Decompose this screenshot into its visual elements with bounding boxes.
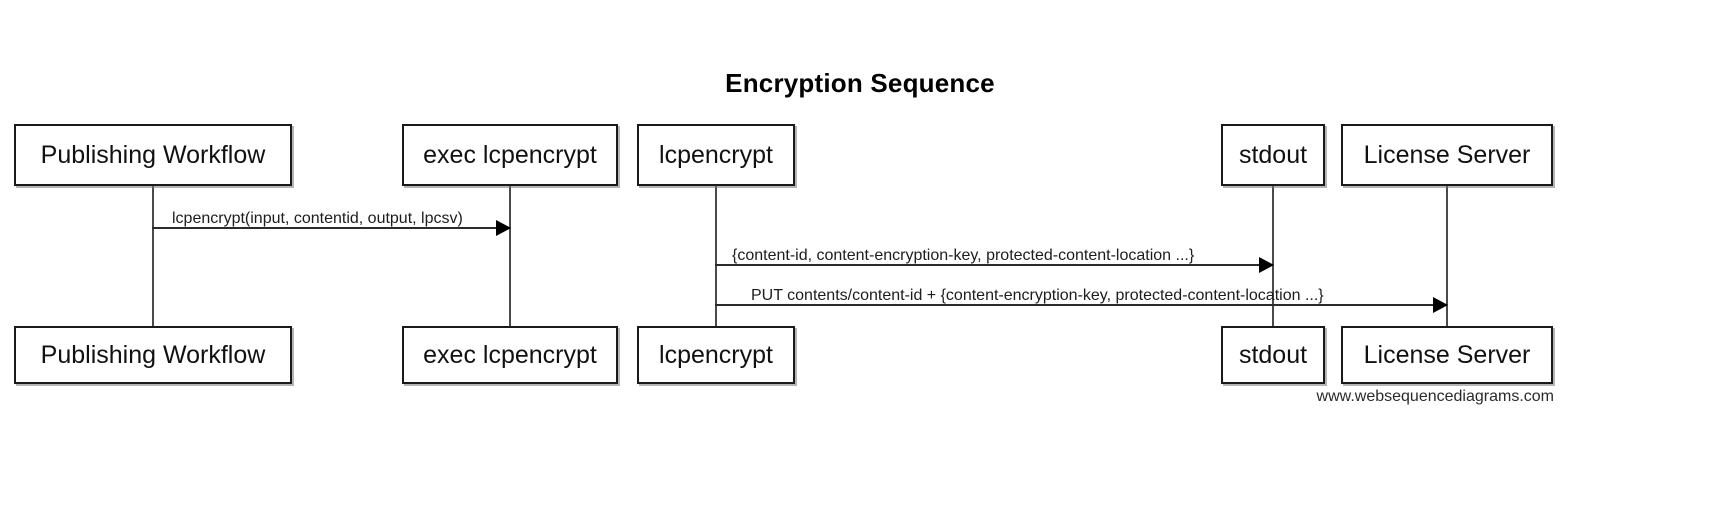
participant-box-top-stdout[interactable]: stdout [1221, 124, 1325, 186]
message-label-2: {content-id, content-encryption-key, pro… [732, 247, 1195, 264]
message-label-3: PUT contents/content-id + {content-encry… [751, 287, 1324, 304]
sequence-diagram-canvas: Encryption Sequence Publishing Workflow … [0, 0, 1720, 516]
message-label-1: lcpencrypt(input, contentid, output, lpc… [172, 210, 463, 227]
diagram-title: Encryption Sequence [725, 68, 995, 98]
participant-label: Publishing Workflow [40, 140, 266, 169]
message-arrow-3 [715, 297, 1448, 313]
participant-label: stdout [1238, 140, 1308, 169]
participant-label: exec lcpencrypt [423, 340, 597, 369]
participant-label: Publishing Workflow [40, 340, 266, 369]
participant-box-bottom-stdout[interactable]: stdout [1221, 326, 1325, 384]
participant-box-bottom-license-server[interactable]: License Server [1341, 326, 1553, 384]
participant-box-top-exec-lcpencrypt[interactable]: exec lcpencrypt [402, 124, 618, 186]
participant-label: stdout [1238, 340, 1308, 369]
participant-label: License Server [1363, 140, 1531, 169]
message-arrow-1 [152, 220, 511, 236]
arrowhead-icon [1433, 297, 1448, 313]
watermark-credit: www.websequencediagrams.com [1316, 388, 1554, 405]
participant-label: lcpencrypt [659, 140, 773, 169]
arrowhead-icon [1259, 257, 1274, 273]
message-arrow-2 [715, 257, 1274, 273]
participant-box-top-publishing-workflow[interactable]: Publishing Workflow [14, 124, 292, 186]
participant-box-top-lcpencrypt[interactable]: lcpencrypt [637, 124, 795, 186]
lifeline-publishing-workflow [152, 186, 154, 326]
participant-box-bottom-publishing-workflow[interactable]: Publishing Workflow [14, 326, 292, 384]
lifeline-exec-lcpencrypt [509, 186, 511, 326]
participant-box-top-license-server[interactable]: License Server [1341, 124, 1553, 186]
participant-label: exec lcpencrypt [423, 140, 597, 169]
participant-box-bottom-exec-lcpencrypt[interactable]: exec lcpencrypt [402, 326, 618, 384]
participant-box-bottom-lcpencrypt[interactable]: lcpencrypt [637, 326, 795, 384]
arrowhead-icon [496, 220, 511, 236]
participant-label: License Server [1363, 340, 1531, 369]
participant-label: lcpencrypt [659, 340, 773, 369]
